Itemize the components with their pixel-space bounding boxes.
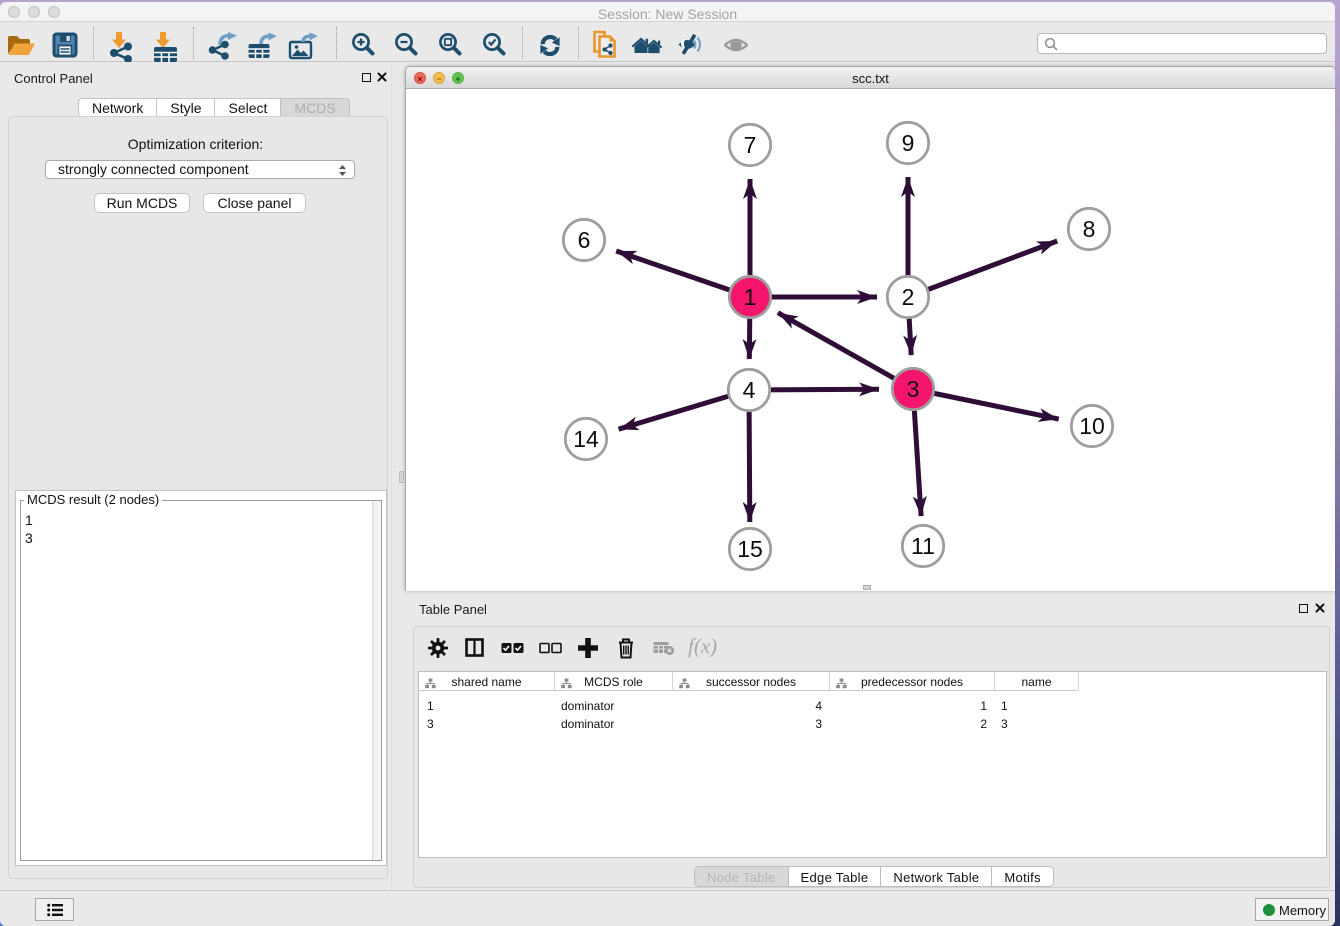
svg-text:6: 6 [578, 227, 591, 253]
svg-text:2: 2 [902, 284, 915, 310]
svg-text:15: 15 [737, 536, 763, 562]
svg-text:10: 10 [1079, 413, 1105, 439]
svg-text:9: 9 [902, 130, 915, 156]
svg-text:11: 11 [911, 533, 935, 559]
svg-text:7: 7 [744, 132, 757, 158]
svg-text:8: 8 [1083, 216, 1096, 242]
svg-text:1: 1 [744, 284, 757, 310]
svg-text:4: 4 [743, 377, 756, 403]
svg-text:14: 14 [573, 426, 599, 452]
svg-text:3: 3 [907, 376, 920, 402]
